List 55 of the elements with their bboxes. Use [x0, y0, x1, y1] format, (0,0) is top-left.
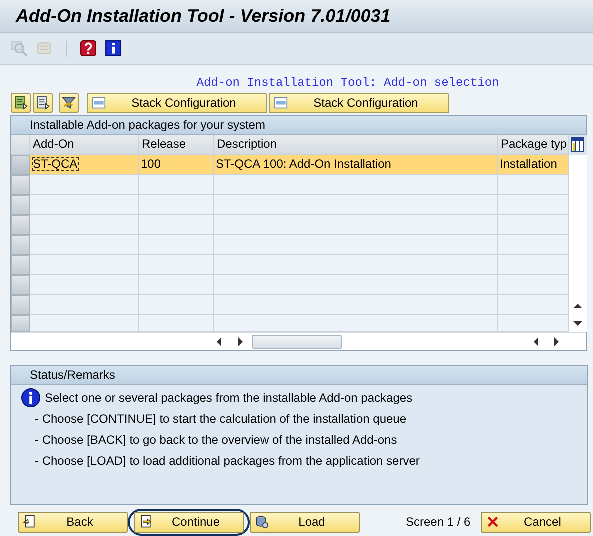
- row-selector[interactable]: [11, 235, 30, 255]
- status-message: - Choose [LOAD] to load additional packages from the application server: [35, 454, 420, 468]
- row-selector[interactable]: [11, 175, 30, 195]
- info-icon[interactable]: [105, 40, 122, 57]
- screen-heading: Add-on Installation Tool: Add-on selection: [196, 76, 500, 90]
- table-cell: 100: [139, 155, 214, 175]
- table-cell: [498, 175, 569, 195]
- column-header[interactable]: Add-On: [30, 135, 139, 155]
- row-selector[interactable]: [11, 255, 30, 275]
- back-icon: [23, 515, 37, 529]
- window-title: Add-On Installation Tool - Version 7.01/0031: [16, 6, 391, 26]
- list-icon[interactable]: [14, 96, 28, 110]
- table-cell: [498, 195, 569, 215]
- cross-icon: [486, 515, 500, 529]
- document-icon: [92, 96, 106, 110]
- table-cell: [498, 215, 569, 235]
- status-message: Select one or several packages from the installable Add-on packages: [45, 390, 413, 404]
- table-cell: [498, 295, 569, 315]
- table-cell: [498, 315, 569, 332]
- column-header[interactable]: Package typ: [498, 135, 569, 155]
- page-indicator: Screen 1 / 6: [406, 515, 471, 529]
- table-cell: [498, 275, 569, 295]
- column-header[interactable]: Description: [214, 135, 498, 155]
- cancel-button[interactable]: Cancel: [480, 512, 591, 532]
- info-icon: [21, 388, 41, 408]
- row-selector[interactable]: [11, 275, 30, 295]
- column-header[interactable]: Release: [139, 135, 214, 155]
- columns-icon[interactable]: [569, 135, 587, 155]
- row-selector[interactable]: [11, 215, 30, 235]
- scroll-thumb[interactable]: [252, 334, 342, 348]
- status-message: - Choose [CONTINUE] to start the calculation of the installation queue: [35, 412, 407, 426]
- help-icon[interactable]: [80, 40, 97, 57]
- table-title: Installable Add-on packages for your system: [11, 116, 586, 135]
- document-icon: [274, 96, 288, 110]
- corner-cell: [11, 135, 30, 155]
- row-selector[interactable]: [11, 295, 30, 315]
- table-cell: [498, 255, 569, 275]
- continue-button[interactable]: Continue: [134, 512, 244, 532]
- filter-icon[interactable]: [62, 96, 76, 110]
- table-cell: ST-QCA 100: Add-On Installation: [214, 155, 498, 175]
- status-message: - Choose [BACK] to go back to the overview of the installed Add-ons: [35, 432, 398, 446]
- stack-configuration-button[interactable]: Stack Configuration: [269, 93, 449, 113]
- table-cell: [498, 235, 569, 255]
- load-button[interactable]: Load: [250, 512, 360, 532]
- table-cell: ST-QCA: [32, 157, 79, 171]
- row-selector[interactable]: [11, 155, 30, 175]
- stack-configuration-button[interactable]: Stack Configuration: [87, 93, 267, 113]
- row-selector[interactable]: [11, 315, 30, 332]
- back-button[interactable]: Back: [18, 512, 128, 532]
- row-selector[interactable]: [11, 195, 30, 215]
- forward-icon: [139, 515, 153, 529]
- database-icon: [255, 515, 269, 529]
- table-cell: Installation: [498, 155, 569, 175]
- document-icon[interactable]: [36, 96, 50, 110]
- status-title: Status/Remarks: [11, 366, 587, 385]
